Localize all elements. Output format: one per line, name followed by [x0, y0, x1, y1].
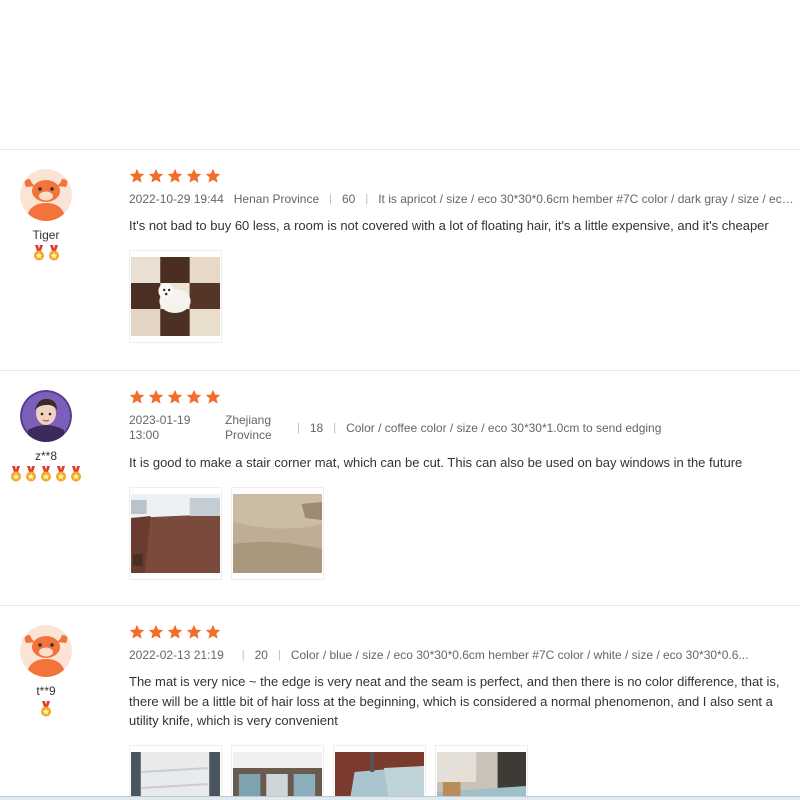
medal-icon — [9, 466, 23, 482]
star-icon — [167, 168, 183, 184]
reviewer-info: t**9 — [0, 625, 92, 717]
medal-icon — [47, 245, 61, 261]
star-icon — [205, 168, 221, 184]
star-icon — [148, 168, 164, 184]
review-location: Zhejiang Province — [225, 413, 272, 442]
carpet-closeup-photo[interactable] — [231, 486, 324, 580]
like-count[interactable]: 60 — [342, 192, 355, 206]
member-medals — [0, 245, 92, 261]
review-content: 2022-10-29 19:44 Henan Province | 60 | I… — [129, 168, 800, 343]
divider: | — [297, 422, 300, 434]
reviewer-name[interactable]: t**9 — [0, 684, 92, 698]
star-icon — [205, 624, 221, 640]
rating-stars — [129, 389, 800, 405]
star-icon — [129, 389, 145, 405]
mat-tiles-photo[interactable] — [231, 744, 324, 800]
person-avatar-icon[interactable] — [20, 390, 72, 442]
white-mat-stack-photo[interactable] — [129, 744, 222, 800]
review-photos — [129, 486, 800, 580]
member-medals — [0, 466, 92, 482]
medal-icon — [54, 466, 68, 482]
medal-icon — [69, 466, 83, 482]
star-icon — [205, 389, 221, 405]
ox-avatar-icon[interactable] — [20, 169, 72, 221]
room-mat-photo[interactable] — [129, 486, 222, 580]
review-meta: 2023-01-19 13:00 Zhejiang Province | 18 … — [129, 413, 800, 443]
review-meta: 2022-10-29 19:44 Henan Province | 60 | I… — [129, 192, 800, 206]
star-icon — [129, 624, 145, 640]
rating-stars — [129, 624, 792, 640]
review-date: 2022-02-13 21:19 — [129, 648, 224, 662]
star-icon — [148, 624, 164, 640]
blue-mat-floor-photo[interactable] — [333, 744, 426, 800]
divider: | — [241, 649, 245, 661]
review-content: 2023-01-19 13:00 Zhejiang Province | 18 … — [129, 389, 800, 580]
ox-avatar-icon[interactable] — [20, 625, 72, 677]
medal-icon — [39, 466, 53, 482]
star-icon — [148, 389, 164, 405]
like-count[interactable]: 20 — [255, 648, 268, 662]
star-icon — [186, 624, 202, 640]
star-icon — [186, 389, 202, 405]
star-icon — [186, 168, 202, 184]
bottom-scrollbar[interactable] — [0, 796, 800, 800]
reviewer-name[interactable]: z**8 — [0, 449, 92, 463]
divider: | — [365, 193, 369, 205]
review-text: It's not bad to buy 60 less, a room is n… — [129, 218, 769, 233]
reviewer-info: Tiger — [0, 169, 92, 261]
review-photos — [129, 249, 800, 343]
review-item: t**9 2022-02-13 21:19 | 20 | Color / blu… — [0, 606, 800, 800]
review-item: Tiger 2022-10-29 19:44 Henan Province | … — [0, 150, 800, 371]
room-blue-mat-photo[interactable] — [435, 744, 528, 800]
reviewer-name[interactable]: Tiger — [0, 228, 92, 242]
sku-info: Color / coffee color / size / eco 30*30*… — [346, 421, 662, 435]
like-count[interactable]: 18 — [310, 421, 323, 435]
divider: | — [333, 422, 337, 434]
review-meta: 2022-02-13 21:19 | 20 | Color / blue / s… — [129, 648, 792, 662]
medal-icon — [32, 245, 46, 261]
review-item: z**8 2023-01-19 13:00 Zhejiang Province … — [0, 371, 800, 606]
review-text: It is good to make a stair corner mat, w… — [129, 455, 743, 470]
review-date: 2022-10-29 19:44 — [129, 192, 224, 206]
star-icon — [167, 624, 183, 640]
medal-icon — [39, 701, 53, 717]
rating-stars — [129, 168, 800, 184]
divider: | — [277, 649, 281, 661]
star-icon — [167, 389, 183, 405]
sku-info: It is apricot / size / eco 30*30*0.6cm h… — [378, 192, 800, 206]
medal-icon — [24, 466, 38, 482]
review-text: The mat is very nice ~ the edge is very … — [129, 674, 780, 728]
divider: | — [329, 193, 332, 205]
dog-on-mat-photo[interactable] — [129, 249, 222, 343]
review-photos — [129, 744, 792, 800]
star-icon — [129, 168, 145, 184]
review-location: Henan Province — [233, 192, 320, 206]
review-date: 2023-01-19 13:00 — [129, 413, 191, 442]
review-content: 2022-02-13 21:19 | 20 | Color / blue / s… — [129, 624, 792, 800]
member-medals — [0, 701, 92, 717]
review-list: Tiger 2022-10-29 19:44 Henan Province | … — [0, 149, 800, 800]
reviewer-info: z**8 — [0, 390, 92, 482]
sku-info: Color / blue / size / eco 30*30*0.6cm he… — [290, 648, 749, 662]
